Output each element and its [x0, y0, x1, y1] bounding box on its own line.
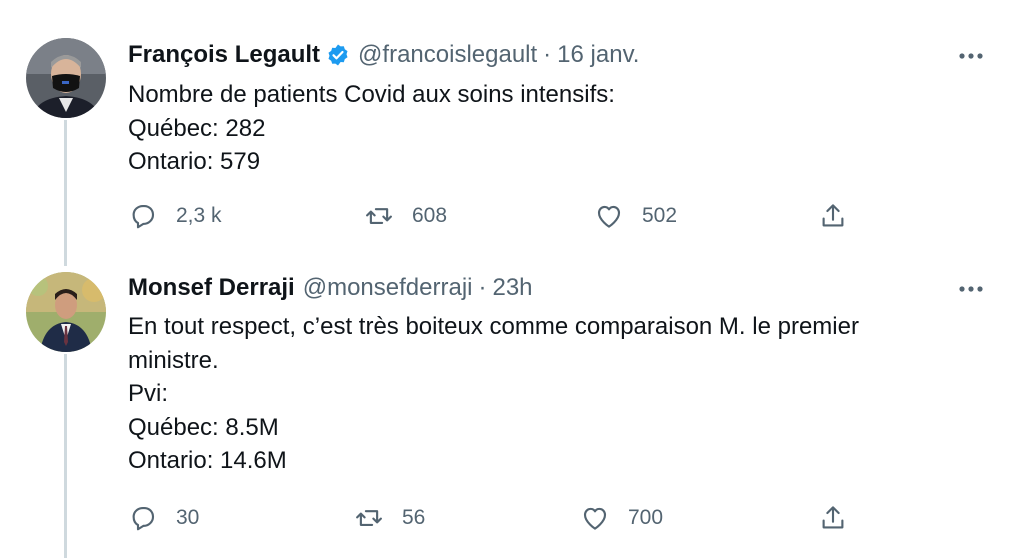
tweet-header: Monsef Derraji @monsefderraji · 23h	[128, 273, 533, 303]
reply-icon	[132, 506, 155, 531]
separator-dot: ·	[478, 274, 487, 301]
avatar-monsef-derraji[interactable]	[26, 272, 106, 352]
tweet-text-line: En tout respect, c’est très boiteux comm…	[128, 313, 859, 340]
retweet-icon	[356, 510, 382, 526]
tweet-monsef-derraji[interactable]: Monsef Derraji @monsefderraji · 23h En t…	[0, 260, 1016, 558]
tweet-header: François Legault @francoislegault · 16 j…	[128, 40, 639, 70]
tweet-date[interactable]: 16 janv.	[557, 40, 639, 70]
tweet-actions: 2,3 k 608 502	[128, 198, 858, 234]
tweet-text-line: Ontario: 579	[128, 148, 261, 175]
more-options-button[interactable]	[956, 279, 986, 299]
heart-icon	[597, 205, 621, 228]
more-options-button[interactable]	[956, 46, 986, 66]
retweet-icon	[366, 208, 392, 224]
like-count: 700	[628, 506, 664, 529]
tweet-text-line: Pvi:	[128, 380, 169, 407]
more-horizontal-icon	[959, 53, 983, 59]
like-count: 502	[642, 204, 678, 227]
tweet-francois-legault[interactable]: François Legault @francoislegault · 16 j…	[0, 0, 1016, 260]
avatar-image	[26, 272, 106, 352]
tweet-date[interactable]: 23h	[492, 273, 532, 303]
reply-count: 30	[176, 506, 200, 529]
reply-button[interactable]: 2,3 k	[128, 198, 222, 234]
tweet-text: En tout respect, c’est très boiteux comm…	[128, 310, 958, 478]
tweet-text-line: Nombre de patients Covid aux soins inten…	[128, 81, 615, 108]
tweet-text-line: Ontario: 14.6M	[128, 447, 287, 474]
heart-icon	[583, 507, 607, 530]
avatar-francois-legault[interactable]	[26, 38, 106, 118]
avatar-image	[26, 38, 106, 118]
reply-icon	[132, 204, 155, 229]
verified-badge-icon	[326, 43, 350, 67]
share-icon	[822, 506, 844, 529]
like-button[interactable]: 700	[580, 500, 663, 536]
more-horizontal-icon	[959, 286, 983, 292]
share-button[interactable]	[818, 198, 848, 234]
author-name[interactable]: Monsef Derraji	[128, 273, 295, 303]
retweet-count: 608	[412, 204, 448, 227]
share-icon	[822, 204, 844, 227]
author-name[interactable]: François Legault	[128, 40, 320, 70]
retweet-count: 56	[402, 506, 426, 529]
reply-count: 2,3 k	[176, 204, 222, 227]
retweet-button[interactable]: 56	[354, 500, 425, 536]
tweet-text-line: ministre.	[128, 346, 219, 374]
author-handle[interactable]: @francoislegault	[358, 40, 537, 70]
tweet-text-line: Québec: 282	[128, 114, 266, 142]
reply-button[interactable]: 30	[128, 500, 199, 536]
like-button[interactable]: 502	[594, 198, 677, 234]
author-handle[interactable]: @monsefderraji	[303, 273, 473, 303]
tweet-actions: 30 56 700	[128, 500, 858, 536]
tweet-text: Nombre de patients Covid aux soins inten…	[128, 78, 958, 179]
share-button[interactable]	[818, 500, 848, 536]
retweet-button[interactable]: 608	[364, 198, 447, 234]
tweet-text-line: Québec: 8.5M	[128, 413, 279, 441]
separator-dot: ·	[543, 41, 552, 68]
